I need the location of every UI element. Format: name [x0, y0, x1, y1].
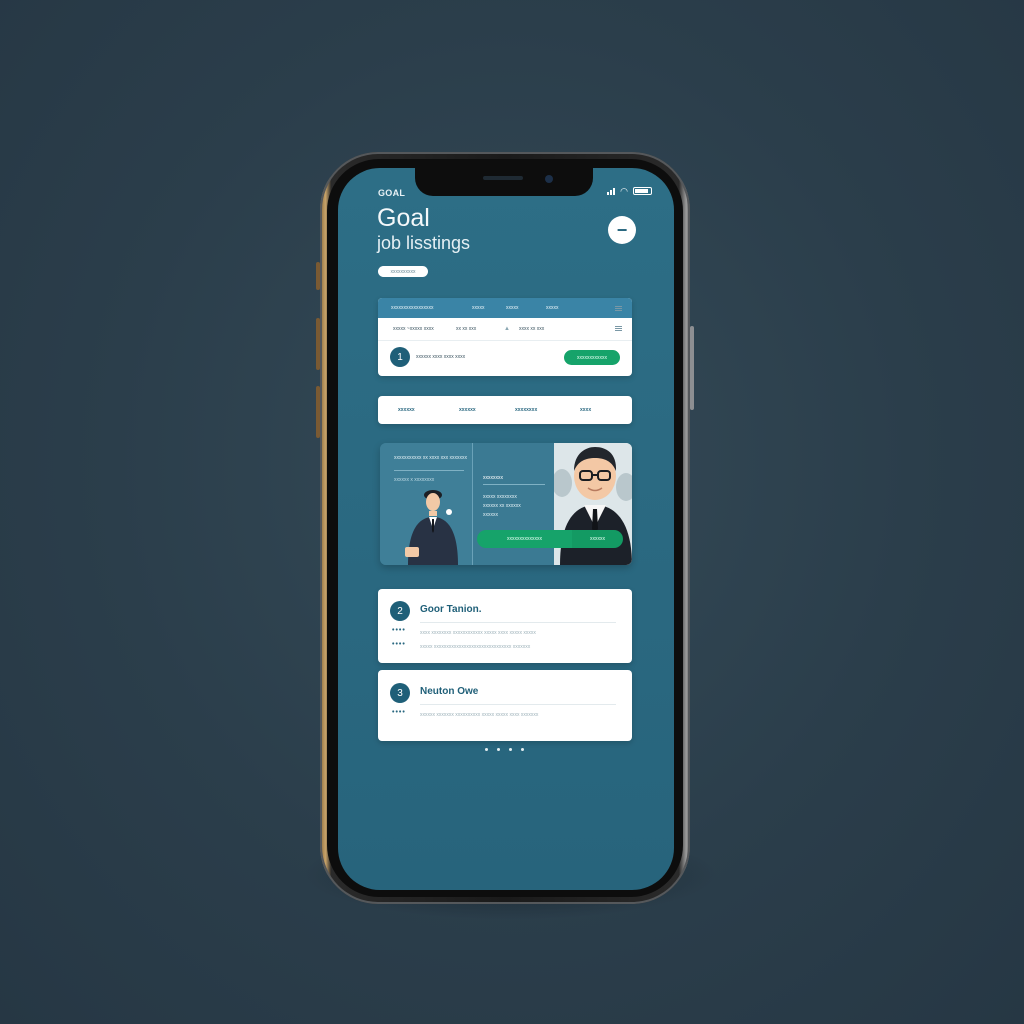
app-screen: GOAL ◠ Goal job lisstings − xxxxxxxxxx x…: [338, 168, 674, 890]
more-icon[interactable]: ••••: [392, 627, 406, 634]
minus-icon: −: [616, 220, 628, 240]
page-title: Goal: [377, 204, 430, 232]
table-cell: xxxxxx xxxx xxxx xxxx: [416, 354, 466, 360]
hero-divider: [472, 443, 473, 565]
featured-job-card[interactable]: xxxxxxxxxxx xx xxxx xxx xxxxxxx xxxxxx x…: [380, 443, 632, 565]
page-dot[interactable]: [485, 748, 488, 751]
row-menu-icon[interactable]: [615, 326, 622, 331]
rank-badge: 2: [390, 601, 410, 621]
list-item[interactable]: 3 Neuton Owe •••• xxxxxx xxxxxxx xxxxxxx…: [378, 670, 632, 741]
status-carrier: GOAL: [378, 188, 406, 198]
front-camera: [545, 175, 553, 183]
page-dot[interactable]: [509, 748, 512, 751]
wifi-icon: ◠: [620, 186, 628, 196]
hero-heading: xxxxxxxxxxx xx xxxx xxx xxxxxxx: [394, 455, 468, 461]
table-row[interactable]: xxxxx ~xxxxx xxxx xx xx xxx ▲ xxxx xx xx…: [378, 318, 632, 341]
view-job-button[interactable]: xxxxxxxxxxxxxx: [477, 530, 572, 548]
hero-right-title: xxxxxxxx: [483, 475, 503, 481]
filter-bar: xxxxxx xxxxxx xxxxxxxx xxxx: [378, 396, 632, 424]
hero-caption: xxxxxx x xxxxxxxx: [394, 477, 435, 483]
save-job-button[interactable]: xxxxxx: [572, 530, 623, 548]
filter-tab[interactable]: xxxxxxxx: [515, 407, 537, 413]
list-item-title: Neuton Owe: [420, 686, 479, 697]
notch: [415, 168, 593, 196]
page-indicator[interactable]: [485, 748, 524, 751]
filter-tab[interactable]: xxxxxx: [459, 407, 476, 413]
filter-tab[interactable]: xxxxxx: [398, 407, 415, 413]
column-header[interactable]: xxxxx: [472, 305, 485, 311]
mute-switch: [316, 262, 320, 290]
filter-chip[interactable]: xxxxxxxxxx: [378, 266, 428, 277]
list-item-title: Goor Tanion.: [420, 604, 482, 615]
list-item-meta: xxxxxx xxxxxxx xxxxxxxxxx xxxxx xxxxx xx…: [420, 712, 539, 718]
volume-up-button: [316, 318, 320, 370]
more-icon[interactable]: ••••: [392, 709, 406, 716]
battery-icon: [633, 187, 652, 195]
divider: [420, 622, 616, 623]
status-icons: ◠: [607, 186, 652, 196]
table-row-featured[interactable]: 1 xxxxxx xxxx xxxx xxxx xxxxxxxxxxxx: [378, 341, 632, 376]
signal-icon: [607, 187, 616, 195]
table-cell: xxxx xx xxx: [519, 326, 545, 332]
power-button: [690, 326, 694, 410]
table-header: xxxxxxxxxxxxxxxxx xxxxx xxxxx xxxxx: [378, 298, 632, 318]
rank-badge: 3: [390, 683, 410, 703]
collapse-button[interactable]: −: [608, 216, 636, 244]
column-header[interactable]: xxxxxxxxxxxxxxxxx: [391, 305, 434, 311]
volume-down-button: [316, 386, 320, 438]
hero-rule: [483, 484, 545, 485]
divider: [420, 704, 616, 705]
page-dot[interactable]: [521, 748, 524, 751]
page-subtitle: job lisstings: [377, 233, 471, 253]
table-cell: xxxxx ~xxxxx xxxx: [393, 326, 434, 332]
table-cell: xx xx xxx: [456, 326, 477, 332]
list-item-meta: xxxx xxxxxxxx xxxxxxxxxxxx xxxxx xxxx xx…: [420, 630, 536, 636]
hero-detail: xxxxxx: [483, 512, 498, 518]
list-item[interactable]: 2 Goor Tanion. •••• xxxx xxxxxxxx xxxxxx…: [378, 589, 632, 663]
apply-button[interactable]: xxxxxxxxxxxx: [564, 350, 620, 365]
page-dot[interactable]: [497, 748, 500, 751]
hero-rule: [394, 470, 464, 471]
column-header[interactable]: xxxxx: [506, 305, 519, 311]
rank-badge: 1: [390, 347, 410, 367]
hero-detail: xxxxxx xx xxxxxx: [483, 503, 521, 509]
header-menu-icon[interactable]: [615, 306, 622, 311]
hero-detail: xxxxx xxxxxxxx: [483, 494, 517, 500]
column-header[interactable]: xxxxx: [546, 305, 559, 311]
speaker: [483, 176, 523, 180]
filter-tab[interactable]: xxxx: [580, 407, 591, 413]
triangle-icon: ▲: [504, 326, 510, 332]
job-seeker-illustration: [405, 490, 458, 565]
listings-table-card: xxxxxxxxxxxxxxxxx xxxxx xxxxx xxxxx xxxx…: [378, 298, 632, 376]
more-icon[interactable]: ••••: [392, 641, 406, 648]
list-item-meta: xxxxx xxxxxxxxxxxxxxxxxxxxxxxxxxxxxxx xx…: [420, 644, 531, 650]
